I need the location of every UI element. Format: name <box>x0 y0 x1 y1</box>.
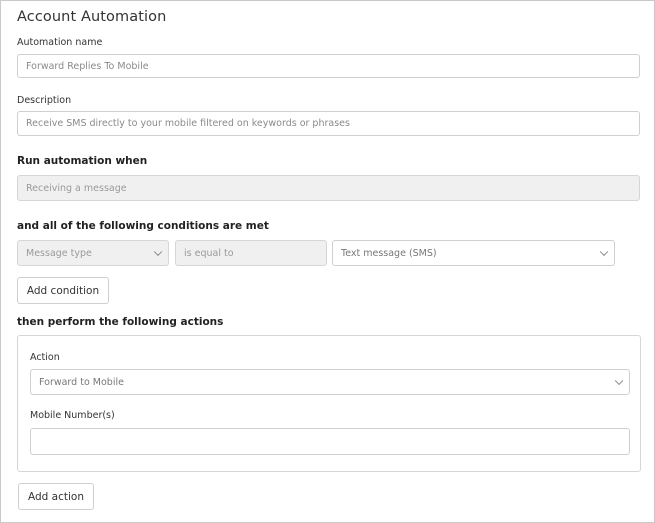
condition-value-select[interactable]: Text message (SMS) <box>332 240 615 266</box>
condition-operator-value: is equal to <box>184 247 234 259</box>
actions-heading: then perform the following actions <box>17 316 224 328</box>
description-value: Receive SMS directly to your mobile filt… <box>26 118 350 129</box>
action-label: Action <box>30 352 60 363</box>
trigger-value: Receiving a message <box>26 182 127 194</box>
automation-name-label: Automation name <box>17 37 103 48</box>
description-label: Description <box>17 95 72 106</box>
chevron-down-icon <box>599 247 609 257</box>
mobile-number-label: Mobile Number(s) <box>30 410 115 421</box>
add-condition-button[interactable]: Add condition <box>17 277 109 304</box>
condition-value-text: Text message (SMS) <box>341 247 437 259</box>
description-input[interactable]: Receive SMS directly to your mobile filt… <box>17 111 640 136</box>
automation-form: Account Automation Automation name Forwa… <box>0 0 655 523</box>
conditions-heading: and all of the following conditions are … <box>17 220 269 232</box>
condition-field-value: Message type <box>26 247 92 259</box>
mobile-number-input[interactable] <box>30 428 630 455</box>
add-action-button[interactable]: Add action <box>18 483 94 510</box>
trigger-field: Receiving a message <box>17 175 640 201</box>
automation-name-input[interactable]: Forward Replies To Mobile <box>17 54 640 78</box>
chevron-down-icon <box>153 247 163 257</box>
page-title: Account Automation <box>17 9 167 25</box>
action-select[interactable]: Forward to Mobile <box>30 369 630 395</box>
trigger-heading: Run automation when <box>17 155 148 167</box>
automation-name-value: Forward Replies To Mobile <box>26 60 149 72</box>
condition-operator-field: is equal to <box>175 240 327 266</box>
chevron-down-icon <box>614 376 624 386</box>
condition-field-select: Message type <box>17 240 169 266</box>
action-select-value: Forward to Mobile <box>39 376 124 388</box>
